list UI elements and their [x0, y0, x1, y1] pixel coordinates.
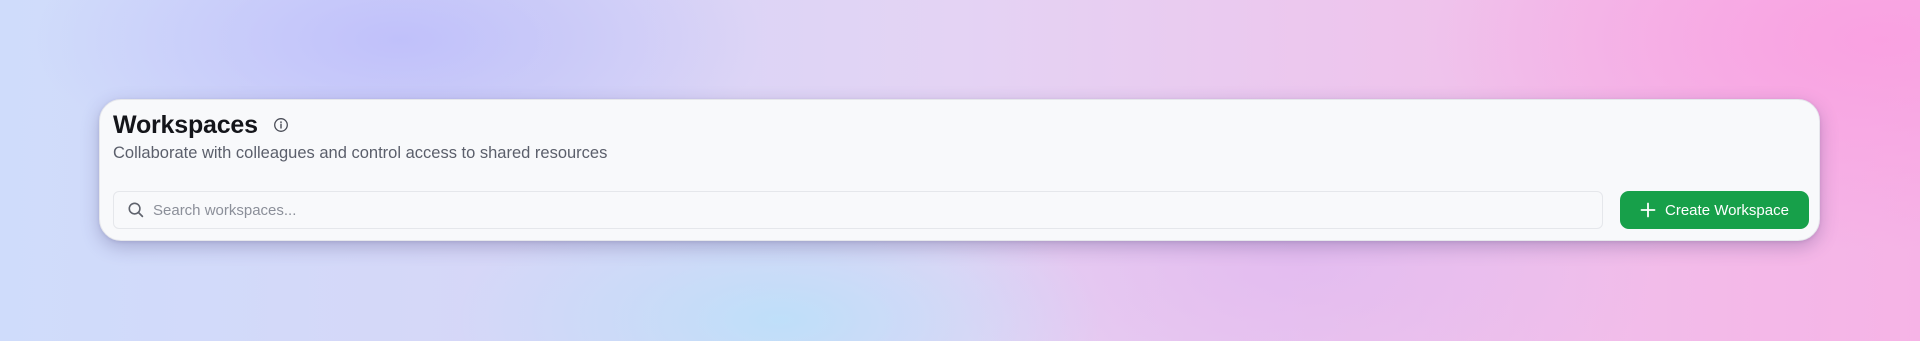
create-workspace-button[interactable]: Create Workspace: [1620, 191, 1809, 229]
info-circle-icon[interactable]: [273, 117, 289, 133]
search-box[interactable]: [113, 191, 1603, 229]
page-title: Workspaces: [113, 110, 258, 139]
search-icon: [127, 201, 145, 219]
workspaces-card: Workspaces Collaborate with colleagues a…: [99, 99, 1820, 241]
create-workspace-label: Create Workspace: [1665, 201, 1789, 219]
title-row: Workspaces: [113, 108, 289, 142]
search-input[interactable]: [153, 192, 1602, 228]
plus-icon: [1640, 202, 1656, 218]
page-subtitle: Collaborate with colleagues and control …: [113, 144, 608, 162]
